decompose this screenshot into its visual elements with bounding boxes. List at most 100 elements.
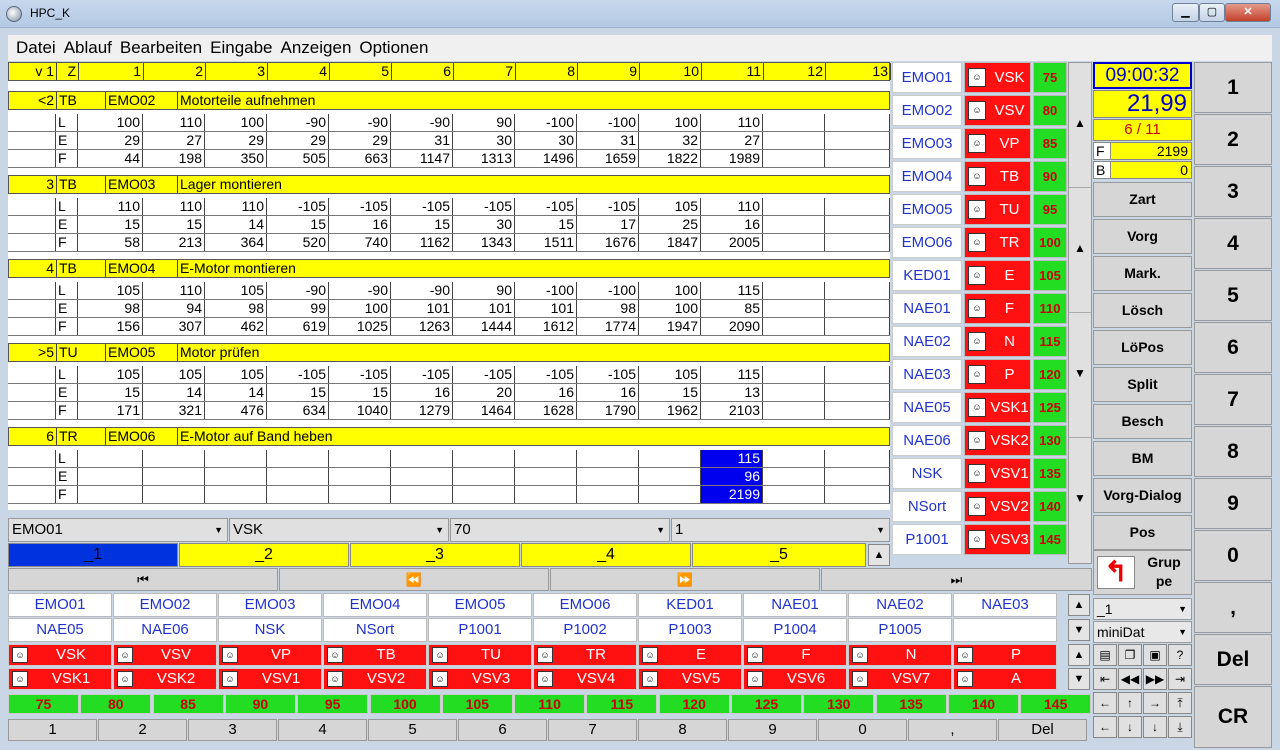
table-cell[interactable]: 31 (577, 132, 639, 149)
table-cell[interactable] (763, 198, 825, 215)
table-row[interactable]: L 110 110 110 -105 -105 -105 -105 -105 -105 105 110 (8, 198, 890, 216)
table-cell[interactable] (763, 234, 825, 251)
gruppe-button[interactable]: ↰ Grup pe (1093, 550, 1192, 595)
table-cell[interactable]: -90 (329, 282, 391, 299)
table-cell[interactable]: -90 (329, 114, 391, 131)
function-vorg-dialog-button[interactable]: Vorg-Dialog (1093, 478, 1192, 513)
table-cell[interactable]: 16 (391, 384, 453, 401)
table-cell[interactable] (763, 450, 825, 467)
keypad-5-button[interactable]: 5 (1194, 270, 1272, 321)
table-row[interactable]: L 105 110 105 -90 -90 -90 90 -100 -100 100 115 (8, 282, 890, 300)
table-cell[interactable]: 2090 (701, 318, 763, 335)
table-cell[interactable]: -105 (453, 198, 515, 215)
table-cell[interactable] (515, 486, 577, 503)
table-cell[interactable]: 16 (577, 384, 639, 401)
function-l-pos-button[interactable]: LöPos (1093, 330, 1192, 365)
table-cell[interactable]: 1847 (639, 234, 701, 251)
bottom-code-item[interactable]: ☺ F (743, 644, 847, 666)
table-cell[interactable]: 27 (701, 132, 763, 149)
bottom-number-item[interactable]: 75 (8, 694, 79, 714)
function-zart-button[interactable]: Zart (1093, 182, 1192, 217)
table-cell[interactable] (515, 450, 577, 467)
bottom-code-item[interactable]: ☺ VP (218, 644, 322, 666)
table-cell[interactable] (825, 384, 890, 401)
bottom-code-item[interactable]: ☺ VSV7 (848, 668, 952, 690)
table-row[interactable]: E 96 (8, 468, 890, 486)
bottom-name-item[interactable]: EMO06 (533, 593, 637, 617)
group-header-row[interactable]: 4 TB EMO04 E-Motor montieren (8, 259, 890, 278)
table-cell[interactable]: 105 (639, 366, 701, 383)
table-cell[interactable] (763, 402, 825, 419)
table-cell[interactable] (825, 468, 890, 485)
bottom-name-item[interactable]: EMO04 (323, 593, 427, 617)
bottom-number-item[interactable]: 90 (224, 694, 296, 714)
table-cell[interactable]: 15 (78, 384, 143, 401)
table-cell[interactable]: 634 (267, 402, 329, 419)
table-cell[interactable] (825, 450, 890, 467)
keypad-1-button[interactable]: 1 (1194, 62, 1272, 113)
table-cell[interactable] (391, 450, 453, 467)
save-icon[interactable]: ▣ (1143, 644, 1167, 666)
table-cell[interactable]: 1025 (329, 318, 391, 335)
keypad-2-button[interactable]: 2 (1194, 114, 1272, 165)
bottom-name-item[interactable] (953, 618, 1057, 642)
bottom-name-item[interactable]: EMO05 (428, 593, 532, 617)
bottom-code-item[interactable]: ☺ VSV6 (743, 668, 847, 690)
table-cell[interactable]: 15 (329, 384, 391, 401)
table-cell[interactable]: 663 (329, 150, 391, 167)
table-row[interactable]: F 2199 (8, 486, 890, 504)
table-cell[interactable]: 1774 (577, 318, 639, 335)
table-cell[interactable]: 1444 (453, 318, 515, 335)
table-cell[interactable]: 520 (267, 234, 329, 251)
bottom-number-item[interactable]: 95 (297, 694, 369, 714)
group-header-row[interactable]: 3 TB EMO03 Lager montieren (8, 175, 890, 194)
tab-5[interactable]: _5 (692, 543, 866, 567)
table-cell[interactable]: 105 (78, 366, 143, 383)
table-cell[interactable]: 30 (453, 216, 515, 233)
arrow-right-icon[interactable]: → (1143, 692, 1167, 714)
bottom-number-item[interactable]: 115 (586, 694, 658, 714)
table-cell[interactable] (763, 318, 825, 335)
right-item-number[interactable]: 120 (1033, 359, 1067, 390)
function-bm-button[interactable]: BM (1093, 441, 1192, 476)
table-cell[interactable] (453, 450, 515, 467)
bottom-name-item[interactable]: P1003 (638, 618, 742, 642)
bottom-number-item[interactable]: 135 (875, 694, 947, 714)
bottom-name-item[interactable]: NSort (323, 618, 427, 642)
scroll-up-icon[interactable]: ▲ (1068, 594, 1090, 616)
table-cell[interactable]: -100 (577, 114, 639, 131)
table-cell[interactable]: 115 (701, 366, 763, 383)
bottom-code-item[interactable]: ☺ VSV2 (323, 668, 427, 690)
right-item-name[interactable]: NAE01 (892, 293, 962, 324)
table-row[interactable]: E 15 14 14 15 15 16 20 16 16 15 13 (8, 384, 890, 402)
table-cell[interactable]: 30 (453, 132, 515, 149)
table-cell[interactable] (763, 132, 825, 149)
right-item-number[interactable]: 80 (1033, 95, 1067, 126)
table-cell[interactable]: 15 (639, 384, 701, 401)
table-cell[interactable]: 85 (701, 300, 763, 317)
table-cell[interactable] (267, 486, 329, 503)
table-cell[interactable] (825, 198, 890, 215)
table-cell[interactable]: -105 (577, 198, 639, 215)
bottom-code-item[interactable]: ☺ VSK1 (8, 668, 112, 690)
table-cell[interactable]: 462 (205, 318, 267, 335)
table-cell[interactable]: 2005 (701, 234, 763, 251)
table-cell[interactable]: 101 (453, 300, 515, 317)
table-cell[interactable] (763, 216, 825, 233)
table-cell[interactable] (825, 216, 890, 233)
table-cell[interactable]: 1162 (391, 234, 453, 251)
digit-comma-button[interactable]: , (908, 719, 997, 741)
select-code[interactable]: VSK ▼ (229, 518, 449, 542)
table-cell[interactable]: 1612 (515, 318, 577, 335)
table-cell[interactable]: -105 (329, 366, 391, 383)
table-cell[interactable]: 15 (267, 384, 329, 401)
table-cell[interactable]: 17 (577, 216, 639, 233)
table-cell[interactable]: 1790 (577, 402, 639, 419)
table-cell[interactable]: 44 (78, 150, 143, 167)
table-cell[interactable]: 1464 (453, 402, 515, 419)
bottom-name-item[interactable]: NSK (218, 618, 322, 642)
table-cell[interactable] (205, 486, 267, 503)
right-item-name[interactable]: KED01 (892, 260, 962, 291)
right-item-number[interactable]: 95 (1033, 194, 1067, 225)
arrow-down2-icon[interactable]: ↓ (1143, 716, 1167, 738)
